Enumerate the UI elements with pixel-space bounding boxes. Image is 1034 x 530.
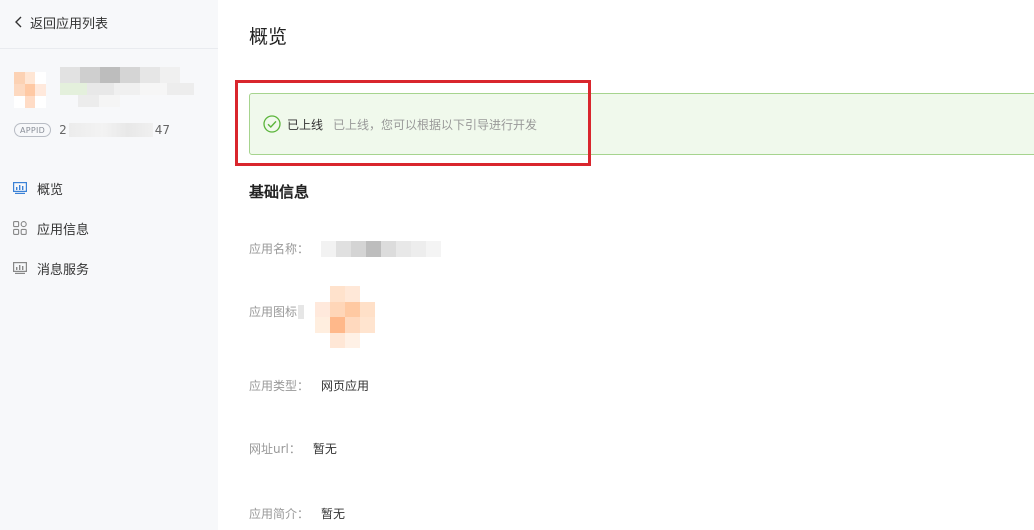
chevron-left-icon — [14, 16, 24, 28]
appid-prefix: 2 — [59, 123, 67, 137]
section-title-basic-info: 基础信息 — [249, 183, 310, 201]
sidebar-item-overview[interactable]: 概览 — [0, 168, 218, 208]
field-label: 应用简介： — [249, 507, 310, 521]
sidebar-item-label: 消息服务 — [37, 262, 90, 278]
field-app-icon: 应用图标 — [249, 303, 305, 320]
back-to-app-list-link[interactable]: 返回应用列表 — [14, 12, 108, 32]
app-name-value-masked — [321, 240, 442, 257]
appid-value: 2 47 — [59, 123, 170, 137]
sidebar-nav: 概览 应用信息 消息服务 — [0, 168, 218, 288]
sidebar-item-app-info[interactable]: 应用信息 — [0, 208, 218, 248]
monitor-icon — [13, 262, 27, 274]
app-root: 返回应用列表 APPID 2 47 概览 应用信息 消息服务 概览 已上线 已上… — [0, 0, 1034, 530]
field-value: 暂无 — [312, 442, 337, 456]
field-label: 应用类型： — [249, 379, 310, 393]
field-app-intro: 应用简介： 暂无 — [249, 505, 345, 522]
sidebar-divider — [0, 48, 218, 49]
field-app-name: 应用名称： — [249, 240, 442, 257]
grid-icon — [13, 221, 27, 235]
appid-badge: APPID — [14, 123, 52, 137]
highlight-annotation-box — [235, 80, 591, 166]
app-name-masked-3 — [78, 95, 120, 107]
label-mask — [298, 304, 305, 319]
appid-suffix: 47 — [154, 123, 171, 137]
page-title: 概览 — [249, 26, 288, 48]
field-app-type: 应用类型： 网页应用 — [249, 377, 369, 394]
sidebar-item-label: 概览 — [37, 182, 64, 198]
appid-masked — [68, 123, 153, 137]
chart-bar-icon — [13, 182, 27, 194]
sidebar-item-message-service[interactable]: 消息服务 — [0, 248, 218, 288]
field-value: 网页应用 — [321, 379, 370, 393]
appid-row: APPID 2 47 — [14, 122, 170, 138]
back-link-label: 返回应用列表 — [30, 16, 109, 32]
app-name-masked — [60, 67, 180, 83]
app-name-masked-2 — [60, 83, 194, 95]
sidebar: 返回应用列表 APPID 2 47 概览 应用信息 消息服务 — [0, 0, 218, 530]
field-label: 网址url： — [249, 442, 301, 456]
field-value: 暂无 — [321, 507, 346, 521]
app-avatar — [14, 72, 46, 108]
field-label: 应用名称： — [249, 242, 310, 256]
app-icon-image — [315, 286, 375, 348]
field-label: 应用图标 — [249, 305, 298, 319]
field-url: 网址url： 暂无 — [249, 440, 337, 457]
main-content: 概览 已上线 已上线，您可以根据以下引导进行开发 基础信息 应用名称： 应用图标 — [218, 0, 1034, 530]
sidebar-item-label: 应用信息 — [37, 222, 90, 238]
